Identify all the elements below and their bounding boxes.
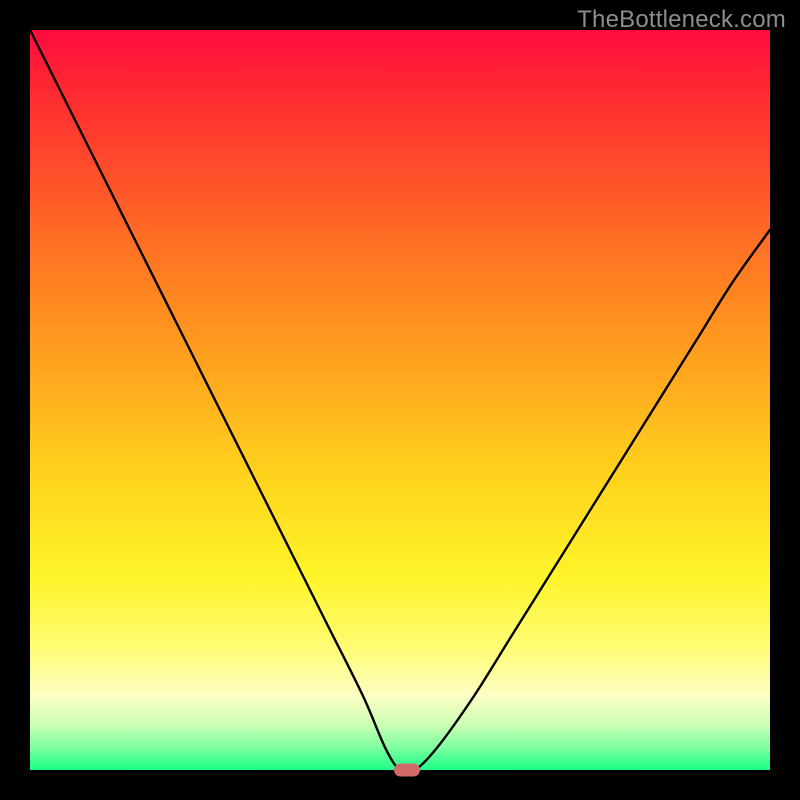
curve-svg — [30, 30, 770, 770]
bottleneck-curve — [30, 30, 770, 770]
chart-frame: TheBottleneck.com — [0, 0, 800, 800]
plot-area — [30, 30, 770, 770]
optimal-marker — [394, 764, 420, 777]
